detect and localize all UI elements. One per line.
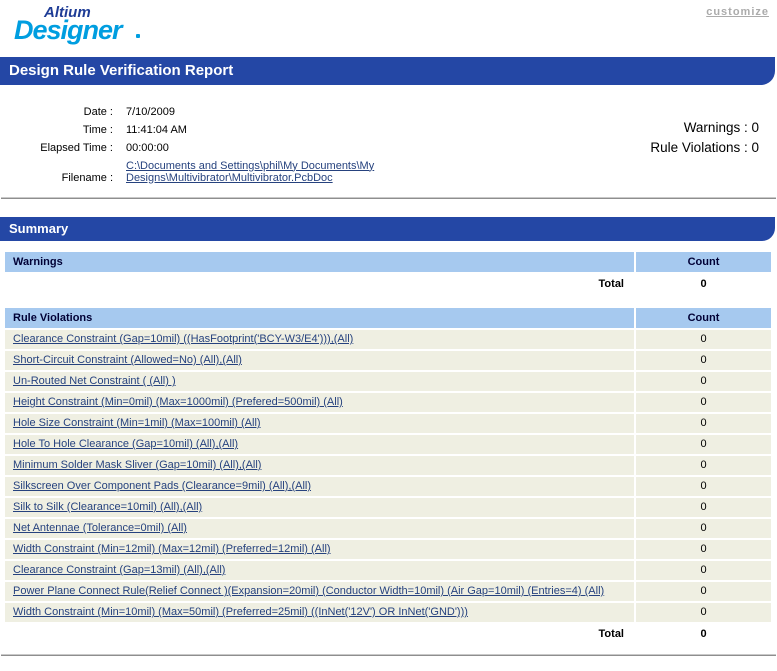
rule-count: 0 [636, 372, 771, 391]
altium-designer-logo: Altium Designer [8, 2, 158, 50]
warnings-total-value: 0 [636, 274, 771, 294]
violations-total-row: Total 0 [5, 624, 771, 644]
rule-violations-stat: Rule Violations : 0 [650, 138, 759, 158]
rule-violation-row: Silk to Silk (Clearance=10mil) (All),(Al… [5, 498, 771, 517]
warnings-table-header-row: Warnings Count [5, 252, 771, 272]
horizontal-divider [1, 654, 776, 656]
rule-count: 0 [636, 456, 771, 475]
info-row-filename: Filename : C:\Documents and Settings\phi… [0, 158, 416, 188]
rule-violation-row: Clearance Constraint (Gap=13mil) (All),(… [5, 561, 771, 580]
violations-rows: Clearance Constraint (Gap=10mil) ((HasFo… [5, 330, 771, 622]
customize-link[interactable]: customize [706, 6, 769, 18]
rule-violation-row: Silkscreen Over Component Pads (Clearanc… [5, 477, 771, 496]
elapsed-time-value: 00:00:00 [113, 140, 416, 158]
report-info-section: Date : 7/10/2009 Time : 11:41:04 AM Elap… [0, 104, 777, 188]
rule-violation-row: Clearance Constraint (Gap=10mil) ((HasFo… [5, 330, 771, 349]
rule-link[interactable]: Clearance Constraint (Gap=13mil) (All),(… [13, 564, 225, 576]
rule-link[interactable]: Power Plane Connect Rule(Relief Connect … [13, 585, 604, 597]
rule-count: 0 [636, 414, 771, 433]
rule-count: 0 [636, 351, 771, 370]
rule-violation-row: Height Constraint (Min=0mil) (Max=1000mi… [5, 393, 771, 412]
rule-count: 0 [636, 561, 771, 580]
violations-total-value: 0 [636, 624, 771, 644]
warnings-total-row: Total 0 [5, 274, 771, 294]
rule-link[interactable]: Hole Size Constraint (Min=1mil) (Max=100… [13, 417, 261, 429]
warnings-table: Warnings Count Total 0 [5, 252, 771, 294]
rule-violation-row: Net Antennae (Tolerance=0mil) (All) 0 [5, 519, 771, 538]
report-info-grid: Date : 7/10/2009 Time : 11:41:04 AM Elap… [0, 104, 416, 188]
rule-violation-row: Width Constraint (Min=12mil) (Max=12mil)… [5, 540, 771, 559]
elapsed-time-label: Elapsed Time : [0, 140, 113, 158]
rule-count: 0 [636, 519, 771, 538]
violations-table-header-row: Rule Violations Count [5, 308, 771, 328]
rule-violation-row: Width Constraint (Min=10mil) (Max=50mil)… [5, 603, 771, 622]
rule-count: 0 [636, 582, 771, 601]
rule-violation-row: Power Plane Connect Rule(Relief Connect … [5, 582, 771, 601]
rule-link[interactable]: Width Constraint (Min=10mil) (Max=50mil)… [13, 606, 468, 618]
rule-link[interactable]: Hole To Hole Clearance (Gap=10mil) (All)… [13, 438, 238, 450]
rule-link[interactable]: Clearance Constraint (Gap=10mil) ((HasFo… [13, 333, 353, 345]
time-label: Time : [0, 122, 113, 140]
violations-count-header-cell: Count [636, 308, 771, 328]
rule-violations-header-cell: Rule Violations [5, 308, 634, 328]
rule-violation-row: Minimum Solder Mask Sliver (Gap=10mil) (… [5, 456, 771, 475]
date-label: Date : [0, 104, 113, 122]
rule-count: 0 [636, 393, 771, 412]
rule-violation-row: Hole Size Constraint (Min=1mil) (Max=100… [5, 414, 771, 433]
rule-link[interactable]: Height Constraint (Min=0mil) (Max=1000mi… [13, 396, 343, 408]
rule-count: 0 [636, 498, 771, 517]
rule-link[interactable]: Short-Circuit Constraint (Allowed=No) (A… [13, 354, 242, 366]
rule-count: 0 [636, 477, 771, 496]
rule-violation-row: Hole To Hole Clearance (Gap=10mil) (All)… [5, 435, 771, 454]
rule-count: 0 [636, 603, 771, 622]
rule-violation-row: Un-Routed Net Constraint ( (All) ) 0 [5, 372, 771, 391]
summary-heading: Summary [9, 221, 68, 236]
rule-count: 0 [636, 540, 771, 559]
logo-trademark-dot [136, 34, 140, 38]
date-value: 7/10/2009 [113, 104, 416, 122]
report-stats: Warnings : 0 Rule Violations : 0 [650, 104, 777, 188]
horizontal-divider [1, 197, 776, 199]
info-row-date: Date : 7/10/2009 [0, 104, 416, 122]
rule-link[interactable]: Silk to Silk (Clearance=10mil) (All),(Al… [13, 501, 202, 513]
logo-designer-text: Designer [14, 15, 122, 46]
warnings-count-header-cell: Count [636, 252, 771, 272]
rule-link[interactable]: Un-Routed Net Constraint ( (All) ) [13, 375, 176, 387]
page-title: Design Rule Verification Report [9, 62, 233, 79]
info-row-elapsed-time: Elapsed Time : 00:00:00 [0, 140, 416, 158]
rule-violations-table: Rule Violations Count Clearance Constrai… [5, 308, 771, 644]
rule-violation-row: Short-Circuit Constraint (Allowed=No) (A… [5, 351, 771, 370]
report-title-bar: Design Rule Verification Report [0, 57, 775, 85]
warnings-stat: Warnings : 0 [650, 118, 759, 138]
rule-count: 0 [636, 330, 771, 349]
filename-link[interactable]: C:\Documents and Settings\phil\My Docume… [126, 160, 416, 184]
rule-violations-count: 0 [751, 140, 759, 155]
rule-link[interactable]: Width Constraint (Min=12mil) (Max=12mil)… [13, 543, 331, 555]
violations-total-label: Total [5, 624, 634, 644]
summary-section-bar: Summary [0, 217, 775, 241]
info-row-time: Time : 11:41:04 AM [0, 122, 416, 140]
warnings-header-cell: Warnings [5, 252, 634, 272]
time-value: 11:41:04 AM [113, 122, 416, 140]
filename-label: Filename : [0, 158, 113, 188]
rule-link[interactable]: Net Antennae (Tolerance=0mil) (All) [13, 522, 187, 534]
top-bar: Altium Designer customize [0, 0, 777, 57]
warnings-total-label: Total [5, 274, 634, 294]
rule-link[interactable]: Silkscreen Over Component Pads (Clearanc… [13, 480, 311, 492]
warnings-count: 0 [751, 120, 759, 135]
rule-count: 0 [636, 435, 771, 454]
rule-link[interactable]: Minimum Solder Mask Sliver (Gap=10mil) (… [13, 459, 261, 471]
